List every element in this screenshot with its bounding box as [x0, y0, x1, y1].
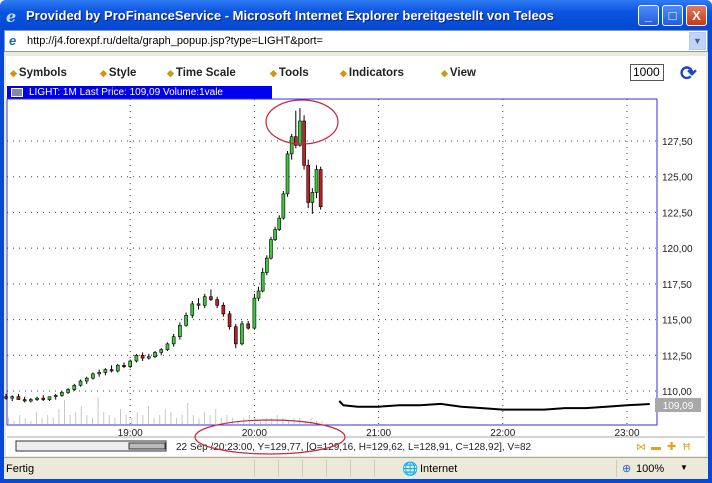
menu-view[interactable]: ◆ View: [441, 67, 476, 79]
page-icon: e: [9, 33, 17, 48]
ie-logo-icon: e: [6, 7, 17, 26]
zoom-level[interactable]: 100%: [636, 463, 664, 475]
chart-header: LIGHT: 1M Last Price: 109,09 Volume:1val…: [7, 86, 272, 99]
globe-icon: 🌐: [402, 461, 419, 476]
menu-symbols[interactable]: ◆ Symbols: [10, 67, 67, 79]
menu-label: Indicators: [348, 67, 404, 79]
menu-tools[interactable]: ◆ Tools: [270, 67, 309, 79]
minimize-button[interactable]: _: [638, 5, 659, 26]
time-scrollbar[interactable]: [15, 440, 167, 452]
browser-window: e Provided by ProFinanceService - Micros…: [0, 0, 712, 483]
address-bar[interactable]: e http://j4.forexpf.ru/delta/graph_popup…: [4, 30, 708, 52]
menu-style[interactable]: ◆ Style: [100, 67, 136, 79]
title-bar[interactable]: e Provided by ProFinanceService - Micros…: [0, 0, 712, 30]
menu-label: Time Scale: [175, 67, 236, 79]
close-button[interactable]: X: [686, 5, 707, 26]
zoom-dropdown-icon[interactable]: ▼: [680, 463, 688, 472]
address-url[interactable]: http://j4.forexpf.ru/delta/graph_popup.j…: [27, 35, 323, 47]
chart-header-text: LIGHT: 1M Last Price: 109,09 Volume:1val…: [29, 87, 223, 98]
menu-time-scale[interactable]: ◆ Time Scale: [167, 67, 236, 79]
window-title: Provided by ProFinanceService - Microsof…: [26, 8, 554, 23]
zoom-icon: ⊕: [622, 463, 632, 475]
chart-menu-icon[interactable]: [11, 88, 23, 97]
diamond-icon: ◆: [10, 68, 17, 78]
zone-text: Internet: [420, 463, 458, 475]
diamond-icon: ◆: [270, 68, 277, 78]
diamond-icon: ◆: [340, 68, 347, 78]
diamond-icon: ◆: [167, 68, 174, 78]
maximize-button[interactable]: □: [662, 5, 683, 26]
chart-app: ◆ Symbols ◆ Style ◆ Time Scale ◆ Tools ◆ Indi…: [6, 56, 706, 456]
menu-label: Tools: [278, 67, 309, 79]
menu-label: Style: [108, 67, 137, 79]
diamond-icon: ◆: [441, 68, 448, 78]
chevron-down-icon[interactable]: ▼: [689, 32, 706, 50]
diamond-icon: ◆: [100, 68, 107, 78]
status-text: Fertig: [6, 463, 35, 475]
menu-indicators[interactable]: ◆ Indicators: [340, 67, 404, 79]
bars-count-input[interactable]: 1000: [630, 64, 664, 81]
menu-label: Symbols: [18, 67, 67, 79]
refresh-icon[interactable]: ⟳: [680, 61, 697, 86]
menu-label: View: [449, 67, 476, 79]
status-bar: Fertig 🌐 Internet ⊕ 100% ▼: [4, 457, 708, 479]
